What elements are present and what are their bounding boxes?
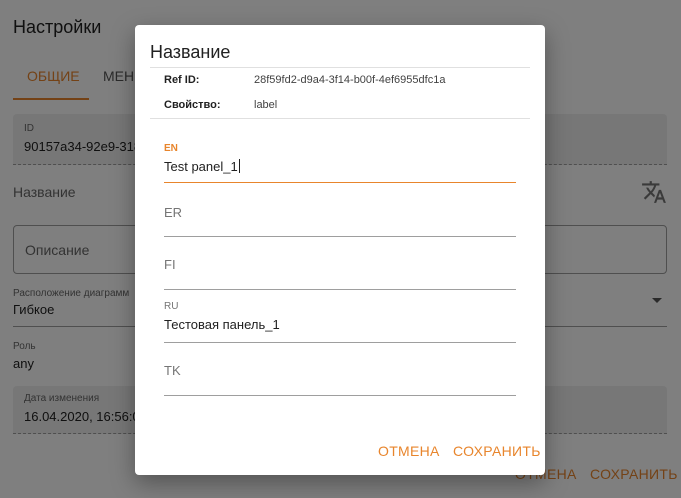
text-cursor — [238, 159, 240, 173]
dialog-cancel-button[interactable]: ОТМЕНА — [378, 443, 440, 459]
translation-dialog: Название Ref ID: 28f59fd2-d9a4-3f14-b00f… — [135, 25, 545, 475]
lang-code-tk: TK — [164, 363, 181, 378]
ref-id-value: 28f59fd2-d9a4-3f14-b00f-4ef6955dfc1a — [254, 74, 446, 86]
dialog-save-button[interactable]: СОХРАНИТЬ — [453, 443, 541, 459]
lang-field-fi[interactable]: FI — [164, 247, 516, 290]
lang-field-er[interactable]: ER — [164, 195, 516, 237]
property-label: Свойство: — [164, 99, 221, 111]
lang-code-fi: FI — [164, 257, 176, 272]
property-value: label — [254, 99, 278, 111]
dialog-title: Название — [150, 42, 231, 62]
lang-input-ru[interactable]: Тестовая панель_1 — [164, 317, 280, 332]
lang-code-ru: RU — [164, 301, 179, 312]
lang-field-en[interactable]: EN Test panel_1 — [164, 137, 516, 183]
lang-code-en: EN — [164, 143, 178, 154]
dialog-meta: Ref ID: 28f59fd2-d9a4-3f14-b00f-4ef6955d… — [150, 67, 530, 119]
ref-id-label: Ref ID: — [164, 74, 200, 86]
lang-input-en[interactable]: Test panel_1 — [164, 159, 240, 174]
lang-code-er: ER — [164, 205, 183, 220]
lang-field-tk[interactable]: TK — [164, 353, 516, 396]
lang-field-ru[interactable]: RU Тестовая панель_1 — [164, 296, 516, 343]
